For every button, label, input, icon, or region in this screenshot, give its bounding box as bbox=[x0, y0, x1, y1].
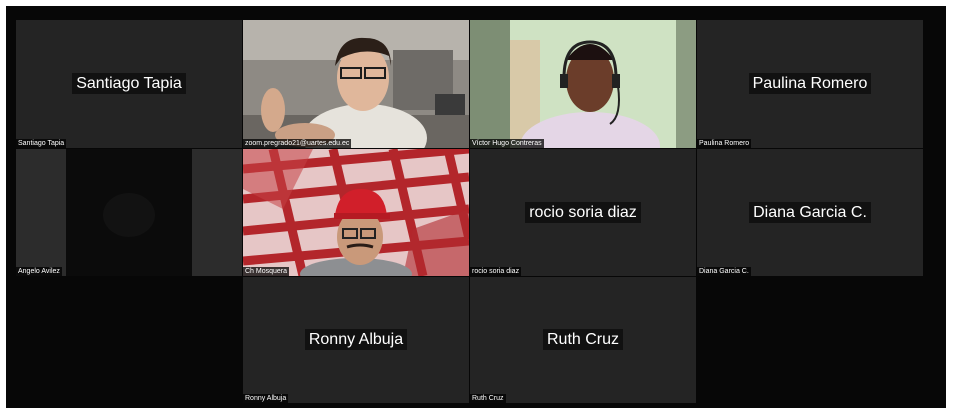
participant-name-tag: Paulina Romero bbox=[697, 139, 752, 148]
participant-name-tag: Diana Garcia C. bbox=[697, 267, 751, 276]
participant-video bbox=[16, 149, 242, 276]
participant-tile-zoom-pregrado21[interactable]: zoom.pregrado21@uartes.edu.ec bbox=[243, 20, 469, 148]
participant-tile-angelo[interactable]: Angelo Avilez bbox=[16, 149, 242, 276]
participant-tile-rocio[interactable]: rocio soria diaz rocio soria diaz bbox=[470, 149, 696, 276]
gallery-view: Santiago Tapia Santiago Tapia zoom.pregr… bbox=[6, 6, 946, 408]
participant-name: Ruth Cruz bbox=[542, 329, 624, 350]
participant-video bbox=[470, 20, 696, 148]
participant-name-tag: rocio soria diaz bbox=[470, 267, 522, 276]
participant-name: Paulina Romero bbox=[748, 73, 872, 94]
participant-tile-ruth[interactable]: Ruth Cruz Ruth Cruz bbox=[470, 277, 696, 403]
participant-name-tag: Angelo Avilez bbox=[16, 267, 62, 276]
participant-tile-diana[interactable]: Diana Garcia C. Diana Garcia C. bbox=[697, 149, 923, 276]
participant-tile-ch-mosquera[interactable]: Ch Mosquera bbox=[243, 149, 469, 276]
participant-name-tag: zoom.pregrado21@uartes.edu.ec bbox=[243, 139, 352, 148]
participant-name-tag: Santiago Tapia bbox=[16, 139, 67, 148]
participant-video bbox=[243, 149, 469, 276]
participant-name: Ronny Albuja bbox=[304, 329, 408, 350]
participant-name: rocio soria diaz bbox=[525, 201, 641, 223]
participant-name: Diana Garcia C. bbox=[749, 201, 871, 223]
participant-tile-santiago[interactable]: Santiago Tapia Santiago Tapia bbox=[16, 20, 242, 148]
participant-video bbox=[243, 20, 469, 148]
participant-name-tag: Ronny Albuja bbox=[243, 394, 289, 403]
participant-name: Santiago Tapia bbox=[72, 73, 186, 94]
participant-name-tag: Ruth Cruz bbox=[470, 394, 506, 403]
participant-tile-ronny[interactable]: Ronny Albuja Ronny Albuja bbox=[243, 277, 469, 403]
participant-tile-victor[interactable]: Víctor Hugo Contreras bbox=[470, 20, 696, 148]
participant-tile-paulina[interactable]: Paulina Romero Paulina Romero bbox=[697, 20, 923, 148]
participant-name-tag: Víctor Hugo Contreras bbox=[470, 139, 544, 148]
participant-name-tag: Ch Mosquera bbox=[243, 267, 290, 276]
